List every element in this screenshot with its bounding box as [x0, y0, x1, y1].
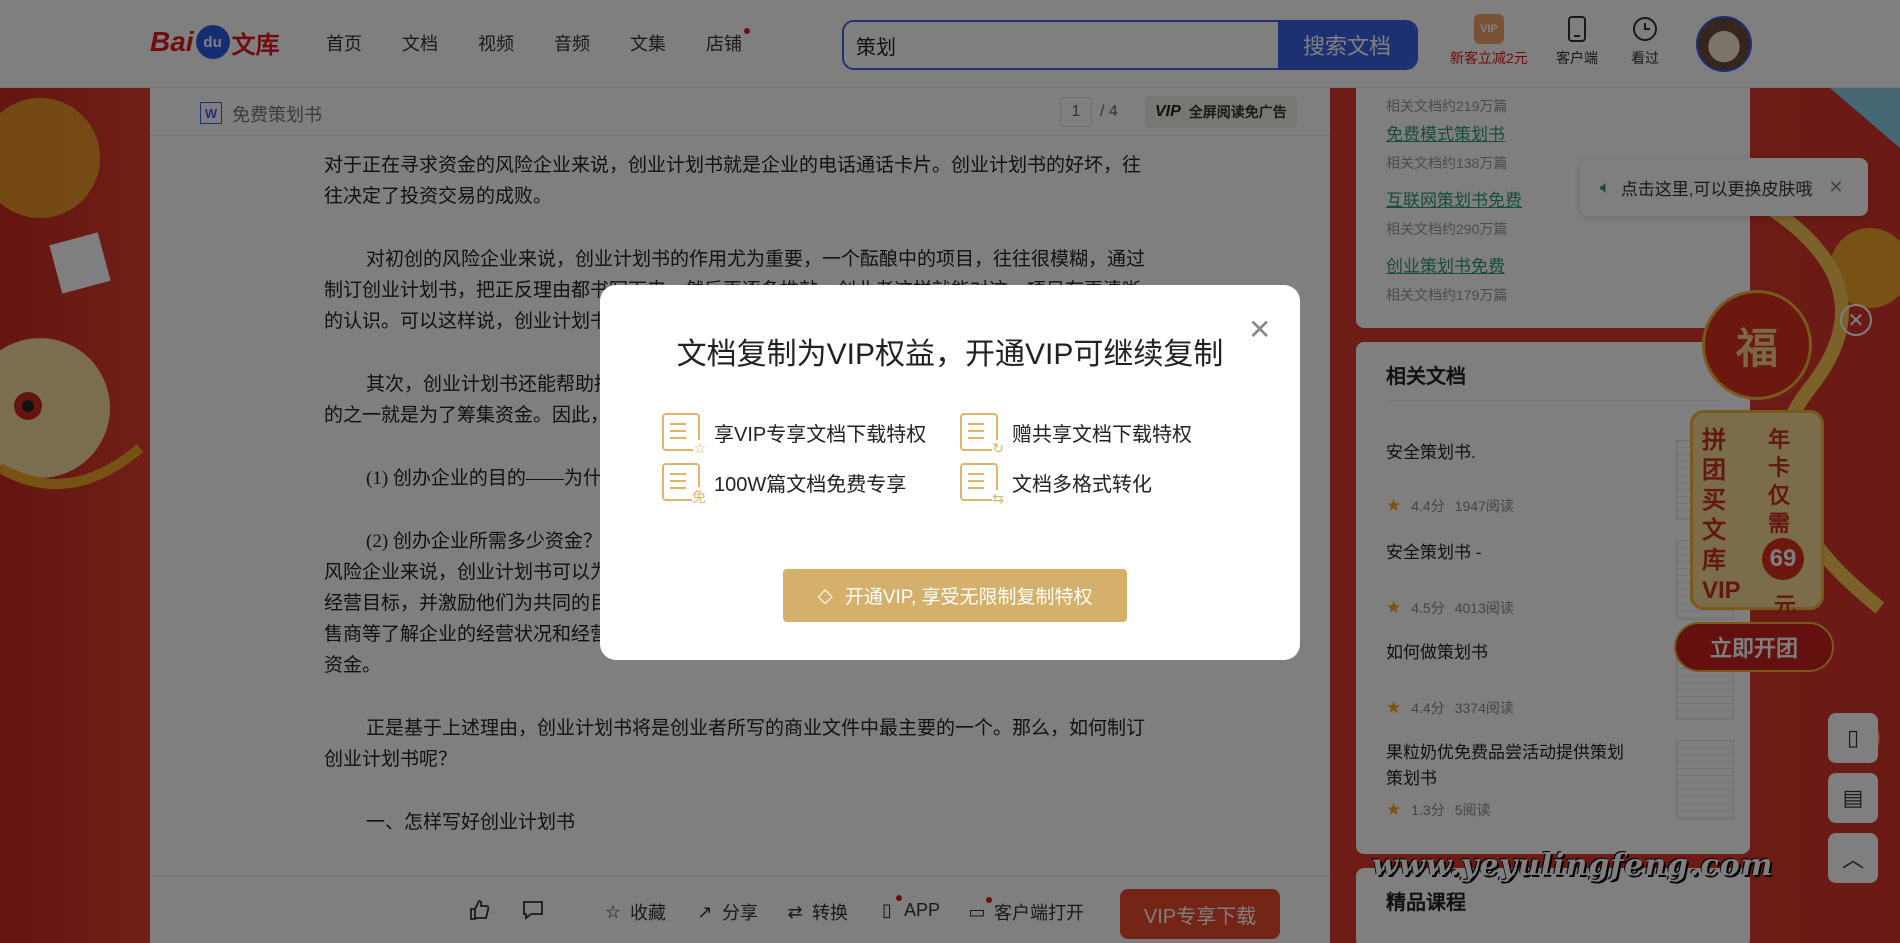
share-doc-icon: ↻ [960, 413, 1004, 457]
perk-icon-mark: ↻ [992, 440, 1004, 457]
vip-perk-item: ↻ 赠共享文档下载特权 [960, 413, 1192, 457]
perk-label: 文档多格式转化 [1012, 473, 1152, 496]
vip-perk-item: 免 100W篇文档免费专享 [662, 463, 907, 507]
open-vip-label: 开通VIP, 享受无限制复制特权 [844, 587, 1093, 608]
convert-doc-icon: ⇆ [960, 463, 1004, 507]
perk-icon-mark: ☆ [693, 440, 706, 457]
vip-copy-modal: ✕ 文档复制为VIP权益，开通VIP可继续复制 ☆ 享VIP专享文档下载特权 ↻… [600, 285, 1300, 660]
star-doc-icon: ☆ [662, 413, 706, 457]
perk-icon-mark: ⇆ [992, 490, 1004, 507]
modal-title: 文档复制为VIP权益，开通VIP可继续复制 [676, 338, 1224, 371]
perk-label: 享VIP专享文档下载特权 [714, 423, 927, 446]
vip-perk-item: ⇆ 文档多格式转化 [960, 463, 1152, 507]
vip-perk-item: ☆ 享VIP专享文档下载特权 [662, 413, 927, 457]
diamond-icon: ◇ [817, 585, 833, 607]
free-doc-icon: 免 [662, 463, 706, 507]
perk-label: 赠共享文档下载特权 [1012, 423, 1192, 446]
open-vip-button[interactable]: ◇ 开通VIP, 享受无限制复制特权 [783, 569, 1127, 622]
perk-label: 100W篇文档免费专享 [714, 473, 907, 496]
perk-icon-mark: 免 [692, 487, 706, 507]
